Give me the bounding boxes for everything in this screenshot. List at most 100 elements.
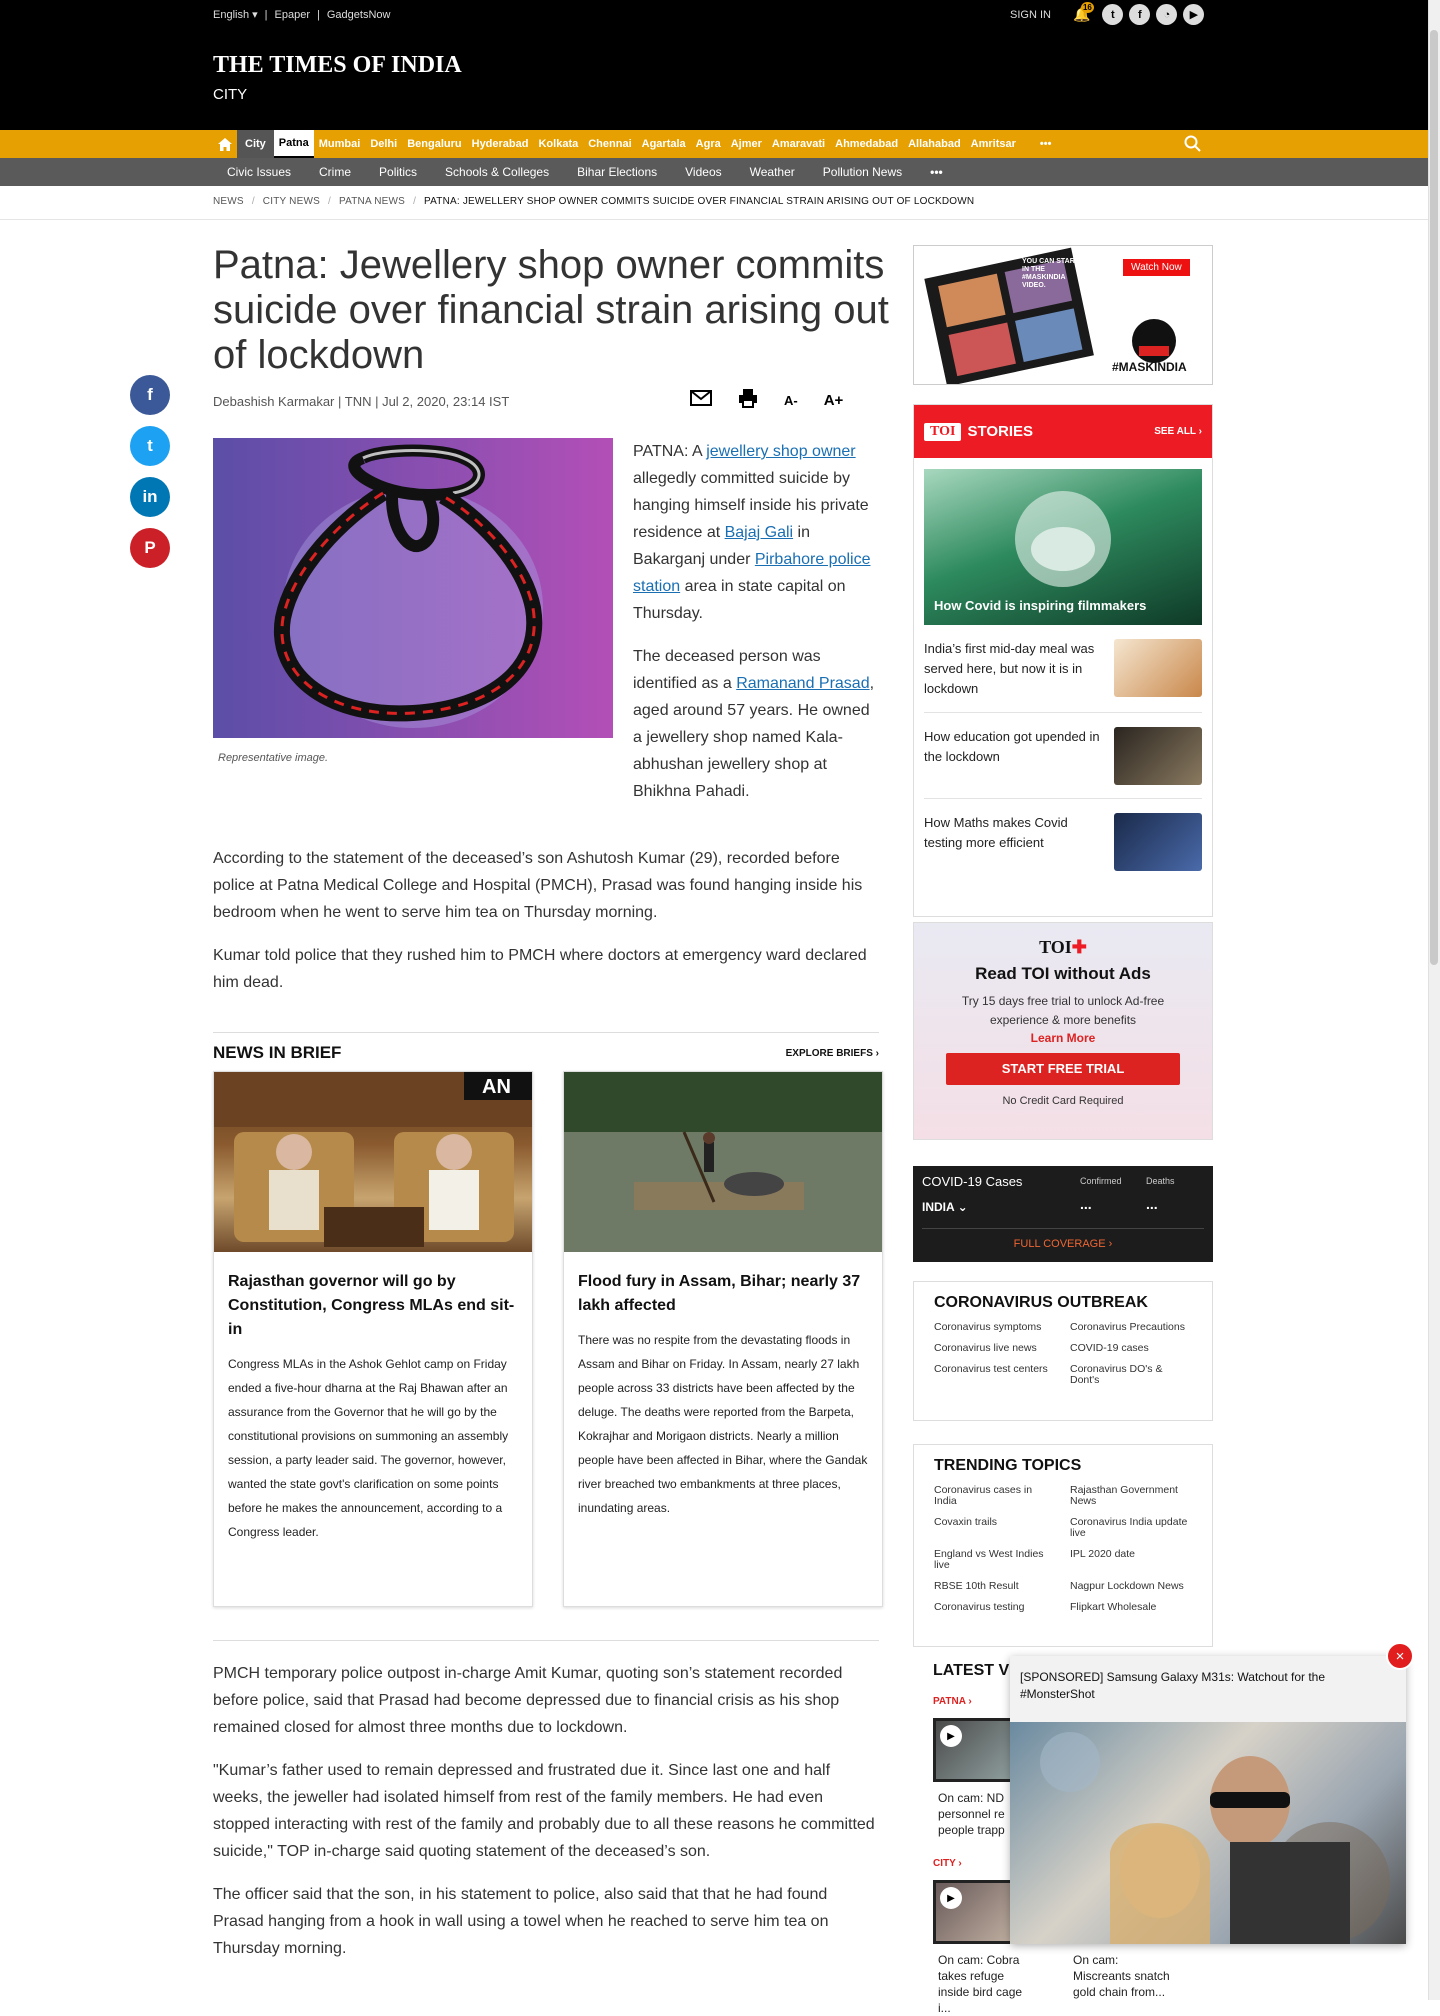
language-selector[interactable]: English ▾ bbox=[213, 8, 258, 21]
article-image[interactable] bbox=[213, 438, 613, 738]
outbreak-link[interactable]: COVID-19 cases bbox=[1070, 1343, 1192, 1354]
outbreak-link[interactable]: Coronavirus test centers bbox=[934, 1364, 1056, 1386]
city-tab-amritsar[interactable]: Amritsar bbox=[966, 138, 1021, 150]
city-tab-agartala[interactable]: Agartala bbox=[637, 138, 691, 150]
tag-city[interactable]: CITY › bbox=[933, 1858, 962, 1869]
breadcrumb-city-news[interactable]: CITY NEWS bbox=[263, 196, 320, 207]
brief-card[interactable]: Flood fury in Assam, Bihar; nearly 37 la… bbox=[563, 1071, 883, 1607]
city-tab-ajmer[interactable]: Ajmer bbox=[726, 138, 767, 150]
trending-link[interactable]: Coronavirus India update live bbox=[1070, 1517, 1192, 1539]
city-tab-hyderabad[interactable]: Hyderabad bbox=[467, 138, 534, 150]
linkedin-share-icon[interactable]: in bbox=[130, 477, 170, 517]
city-tab-chennai[interactable]: Chennai bbox=[583, 138, 636, 150]
city-tab-agra[interactable]: Agra bbox=[691, 138, 726, 150]
city-tab-amaravati[interactable]: Amaravati bbox=[767, 138, 830, 150]
print-icon[interactable] bbox=[738, 388, 758, 412]
topic-weather[interactable]: Weather bbox=[736, 165, 809, 179]
learn-more-link[interactable]: Learn More bbox=[914, 1031, 1212, 1045]
scrollbar-thumb[interactable] bbox=[1430, 30, 1438, 965]
start-free-trial-button[interactable]: START FREE TRIAL bbox=[946, 1053, 1180, 1085]
home-icon[interactable] bbox=[213, 130, 237, 158]
brief-card[interactable]: AN Rajasthan governor will go by Constit… bbox=[213, 1071, 533, 1607]
topic-civic-issues[interactable]: Civic Issues bbox=[213, 165, 305, 179]
topic-pollution-news[interactable]: Pollution News bbox=[809, 165, 916, 179]
brief-title[interactable]: Rajasthan governor will go by Constituti… bbox=[214, 1252, 532, 1352]
sign-in-link[interactable]: SIGN IN bbox=[1010, 9, 1051, 21]
city-tab-mumbai[interactable]: Mumbai bbox=[314, 138, 366, 150]
mask-india-ad[interactable]: YOU CAN STAR IN THE #MASKINDIA VIDEO. Wa… bbox=[913, 245, 1213, 385]
outbreak-link[interactable]: Coronavirus DO's & Dont's bbox=[1070, 1364, 1192, 1386]
font-decrease-button[interactable]: A- bbox=[784, 393, 798, 408]
topic-politics[interactable]: Politics bbox=[365, 165, 431, 179]
toi-logo[interactable]: THE TIMES OF INDIA bbox=[213, 52, 462, 79]
trending-link[interactable]: England vs West Indies live bbox=[934, 1549, 1056, 1571]
email-icon[interactable] bbox=[690, 390, 712, 410]
topic-videos[interactable]: Videos bbox=[671, 165, 735, 179]
tag-patna[interactable]: PATNA › bbox=[933, 1696, 972, 1707]
brief-title[interactable]: Flood fury in Assam, Bihar; nearly 37 la… bbox=[564, 1252, 882, 1328]
trending-link[interactable]: Covaxin trails bbox=[934, 1517, 1056, 1539]
breadcrumb-news[interactable]: NEWS bbox=[213, 196, 244, 207]
see-all-link[interactable]: SEE ALL › bbox=[1154, 426, 1202, 437]
video-title[interactable]: On cam: Cobra takes refuge inside bird c… bbox=[938, 1952, 1038, 2016]
sponsored-video-popup[interactable]: [SPONSORED] Samsung Galaxy M31s: Watchou… bbox=[1010, 1656, 1406, 1944]
trending-link[interactable]: IPL 2020 date bbox=[1070, 1549, 1192, 1571]
ramanand-prasad-link[interactable]: Ramanand Prasad bbox=[736, 675, 869, 692]
search-icon[interactable] bbox=[1184, 135, 1202, 156]
outbreak-link[interactable]: Coronavirus Precautions bbox=[1070, 1322, 1192, 1333]
story-item[interactable]: How Maths makes Covid testing more effic… bbox=[924, 799, 1202, 884]
more-cities-button[interactable]: ••• bbox=[1035, 138, 1057, 150]
explore-briefs-link[interactable]: EXPLORE BRIEFS › bbox=[786, 1048, 879, 1059]
city-tab-allahabad[interactable]: Allahabad bbox=[903, 138, 966, 150]
more-topics-button[interactable]: ••• bbox=[916, 165, 957, 179]
popup-video[interactable] bbox=[1010, 1722, 1406, 1944]
story-item[interactable]: How education got upended in the lockdow… bbox=[924, 713, 1202, 799]
jewellery-shop-owner-link[interactable]: jewellery shop owner bbox=[706, 443, 855, 460]
trending-link[interactable]: Coronavirus cases in India bbox=[934, 1485, 1056, 1507]
paragraph-4: Kumar told police that they rushed him t… bbox=[213, 947, 867, 991]
gadgetsnow-link[interactable]: GadgetsNow bbox=[327, 9, 391, 21]
story-item[interactable]: India’s first mid-day meal was served he… bbox=[924, 625, 1202, 713]
covid-title: COVID-19 Cases bbox=[922, 1174, 1023, 1189]
image-caption: Representative image. bbox=[218, 752, 329, 764]
bajaj-gali-link[interactable]: Bajaj Gali bbox=[725, 524, 793, 541]
rss-icon[interactable]: ◔ bbox=[1156, 4, 1178, 25]
topic-schools-colleges[interactable]: Schools & Colleges bbox=[431, 165, 563, 179]
facebook-share-icon[interactable]: f bbox=[130, 375, 170, 415]
city-tab-delhi[interactable]: Delhi bbox=[365, 138, 402, 150]
font-increase-button[interactable]: A+ bbox=[824, 392, 844, 409]
city-tab-bengaluru[interactable]: Bengaluru bbox=[402, 138, 466, 150]
twitter-icon[interactable]: t bbox=[1102, 4, 1124, 25]
story-main[interactable]: How Covid is inspiring filmmakers bbox=[924, 469, 1202, 625]
outbreak-link[interactable]: Coronavirus live news bbox=[934, 1343, 1056, 1354]
video-title[interactable]: On cam: Miscreants snatch gold chain fro… bbox=[1073, 1952, 1173, 2000]
youtube-icon[interactable]: ▶ bbox=[1183, 4, 1205, 25]
full-coverage-link[interactable]: FULL COVERAGE › bbox=[913, 1238, 1213, 1250]
pinterest-share-icon[interactable]: P bbox=[130, 528, 170, 568]
trending-link[interactable]: Coronavirus testing bbox=[934, 1602, 1056, 1613]
city-nav: City Patna Mumbai Delhi Bengaluru Hydera… bbox=[0, 130, 1440, 158]
outbreak-link[interactable]: Coronavirus symptoms bbox=[934, 1322, 1056, 1333]
breadcrumb-patna-news[interactable]: PATNA NEWS bbox=[339, 196, 405, 207]
city-tab-kolkata[interactable]: Kolkata bbox=[533, 138, 583, 150]
city-tab-ahmedabad[interactable]: Ahmedabad bbox=[830, 138, 903, 150]
region-selector[interactable]: INDIA ⌄ bbox=[922, 1200, 968, 1214]
epaper-link[interactable]: Epaper bbox=[275, 9, 310, 21]
no-credit-card-note: No Credit Card Required bbox=[1002, 1095, 1124, 1107]
watch-now-button[interactable]: Watch Now bbox=[1122, 258, 1191, 277]
topic-crime[interactable]: Crime bbox=[305, 165, 365, 179]
trending-link[interactable]: RBSE 10th Result bbox=[934, 1581, 1056, 1592]
popup-title[interactable]: [SPONSORED] Samsung Galaxy M31s: Watchou… bbox=[1010, 1656, 1406, 1722]
trending-link[interactable]: Nagpur Lockdown News bbox=[1070, 1581, 1192, 1592]
notification-badge: 16 bbox=[1080, 2, 1094, 13]
topic-bihar-elections[interactable]: Bihar Elections bbox=[563, 165, 671, 179]
city-tab[interactable]: City bbox=[237, 130, 274, 158]
city-tab-patna[interactable]: Patna bbox=[273, 130, 314, 158]
trending-link[interactable]: Flipkart Wholesale bbox=[1070, 1602, 1192, 1613]
outbreak-title: CORONAVIRUS OUTBREAK bbox=[934, 1294, 1148, 1311]
notification-bell-icon[interactable]: 🔔 16 bbox=[1073, 2, 1094, 23]
popup-close-button[interactable]: × bbox=[1386, 1642, 1414, 1670]
twitter-share-icon[interactable]: t bbox=[130, 426, 170, 466]
trending-link[interactable]: Rajasthan Government News bbox=[1070, 1485, 1192, 1507]
facebook-icon[interactable]: f bbox=[1129, 4, 1151, 25]
